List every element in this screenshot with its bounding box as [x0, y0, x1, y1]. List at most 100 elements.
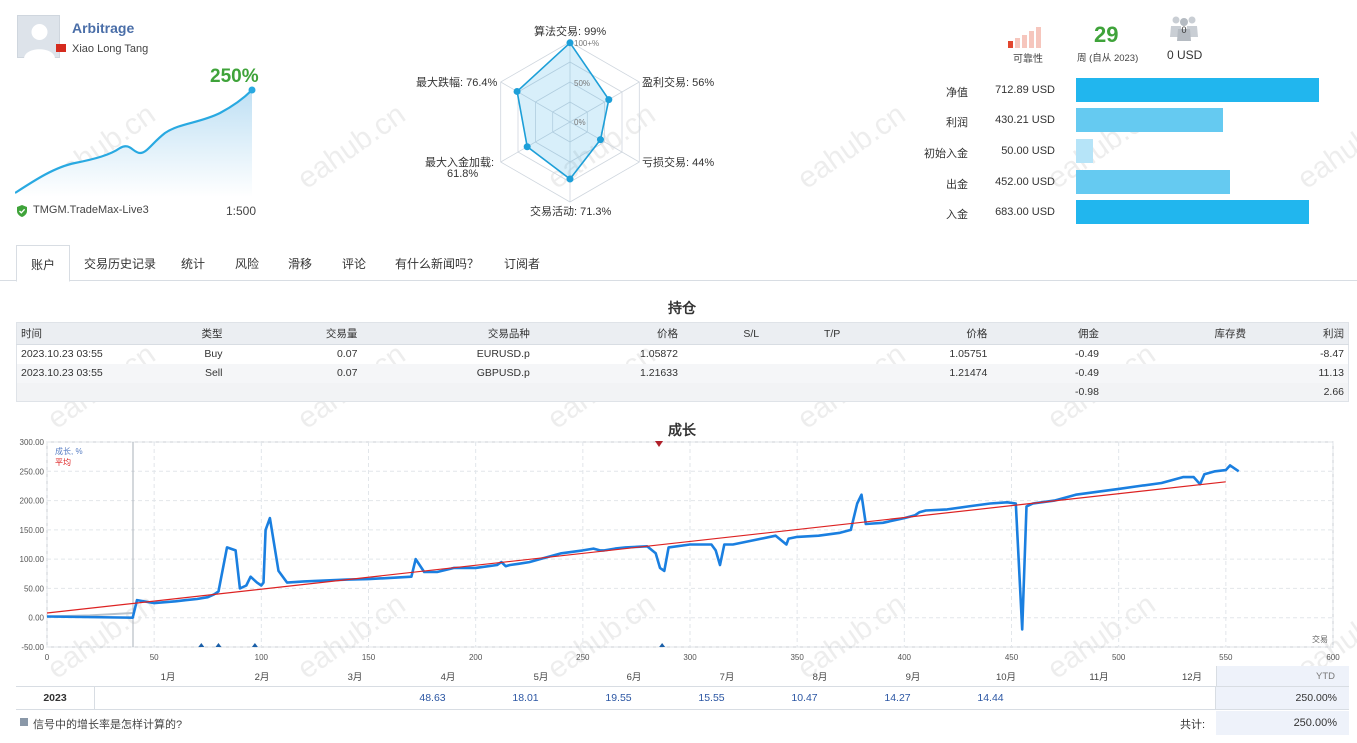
x-tick-label: 50 — [150, 653, 159, 662]
cell-time: 2023.10.23 03:55 — [21, 348, 103, 361]
monthly-return: 48.63 — [419, 692, 446, 704]
series-line-average — [46, 481, 1226, 614]
radar-point — [523, 143, 531, 151]
table-header-row: 时间 类型 交易量 交易品种 价格 S/L T/P 价格 佣金 库存费 利润 — [16, 322, 1349, 345]
col-profit[interactable]: 利润 — [1250, 322, 1349, 345]
radar-point — [566, 39, 574, 47]
cell-sl — [681, 363, 764, 383]
account-bar-label: 净值 — [946, 87, 968, 99]
user-silhouette-icon — [24, 24, 55, 59]
account-bar — [1076, 108, 1223, 132]
month-label: 12月 — [1182, 672, 1202, 683]
col-price[interactable]: 价格 — [844, 322, 992, 345]
y-tick-label: 200.00 — [20, 497, 45, 506]
tab-statistics[interactable]: 统计 — [167, 245, 219, 281]
radar-label-profit: 盈利交易: 56% — [642, 77, 715, 89]
signal-name[interactable]: Arbitrage — [72, 20, 134, 36]
x-tick-label: 550 — [1219, 653, 1233, 662]
month-label: 8月 — [813, 672, 828, 683]
y-tick-label: 100.00 — [20, 555, 45, 564]
reliability-bars-icon — [1008, 27, 1041, 48]
table-row: 2023.10.23 03:55 Buy 0.07 EURUSD.p 1.058… — [17, 345, 1349, 364]
col-volume[interactable]: 交易量 — [226, 322, 362, 345]
cell-price: 1.05751 — [949, 348, 988, 361]
cell-tp — [763, 363, 845, 383]
monthly-return: 14.27 — [884, 692, 911, 704]
monthly-return — [1130, 687, 1223, 709]
monthly-return: 10.47 — [791, 692, 818, 704]
monthly-return: 19.55 — [605, 692, 632, 704]
tab-news[interactable]: 有什么新闻吗？ — [381, 245, 493, 281]
total-value: 250.00% — [1216, 711, 1349, 735]
cell-commission: -0.49 — [1075, 348, 1099, 361]
cell-symbol: GBPUSD.p — [361, 363, 534, 383]
account-bar-label: 利润 — [946, 117, 968, 129]
radar-label-activity: 交易活动: 71.3% — [530, 206, 612, 218]
y-tick-label: 300.00 — [20, 438, 45, 447]
col-swap[interactable]: 库存费 — [1102, 322, 1251, 345]
y-tick-label: -50.00 — [21, 643, 44, 652]
cell-type: Sell — [148, 363, 227, 383]
monthly-return — [293, 687, 386, 709]
col-sl[interactable]: S/L — [681, 322, 764, 345]
marker-triangle-icon — [655, 441, 663, 447]
total-commission: -0.98 — [991, 382, 1103, 402]
reliability-label: 可靠性 — [1013, 54, 1043, 65]
growth-chart: -50.00 0.00 50.00 100.00 150.00 200.00 250.00 3… — [20, 438, 1341, 683]
radar-scale-0: 0% — [574, 118, 586, 127]
cell-commission: -0.49 — [991, 363, 1103, 383]
x-tick-label: 350 — [790, 653, 804, 662]
monthly-return — [199, 687, 292, 709]
cell-swap — [1103, 345, 1250, 364]
col-open-price[interactable]: 价格 — [533, 322, 682, 345]
cell-volume: 0.07 — [226, 363, 362, 383]
month-label: 10月 — [996, 672, 1016, 683]
account-bar-value: 712.89 USD — [995, 84, 1055, 96]
radar-polygon — [516, 41, 610, 181]
legend-average: 平均 — [55, 457, 71, 467]
tab-risk[interactable]: 风险 — [221, 245, 273, 281]
month-label: 4月 — [441, 672, 456, 683]
account-bar — [1076, 78, 1319, 102]
total-label: 共计: — [1180, 719, 1206, 731]
month-label: 11月 — [1089, 672, 1108, 683]
legend-growth: 成长, % — [55, 446, 83, 456]
account-bar — [1076, 139, 1093, 163]
account-bar-value: 683.00 USD — [995, 206, 1055, 218]
ytd-label: YTD — [1316, 671, 1335, 682]
tab-account[interactable]: 账户 — [16, 245, 71, 282]
col-tp[interactable]: T/P — [763, 322, 845, 345]
x-tick-label: 150 — [362, 653, 376, 662]
col-commission[interactable]: 佣金 — [991, 322, 1103, 345]
table-row: 2023.10.23 03:55 Sell 0.07 GBPUSD.p 1.21… — [16, 363, 1349, 383]
subscribers-usd: 0 USD — [1167, 48, 1203, 62]
x-axis-label: 交易 — [1312, 634, 1328, 644]
cell-tp — [763, 345, 844, 364]
cell-open-price: 1.05872 — [640, 348, 678, 361]
account-bar-label: 入金 — [946, 209, 968, 221]
month-label: 7月 — [720, 672, 735, 683]
tab-trade-history[interactable]: 交易历史记录 — [70, 245, 170, 281]
monthly-return — [1037, 687, 1130, 709]
tab-reviews[interactable]: 评论 — [328, 245, 380, 281]
col-symbol[interactable]: 交易品种 — [361, 322, 534, 345]
col-time[interactable]: 时间 — [16, 322, 149, 345]
year-label: 2023 — [16, 687, 95, 709]
table-total-row: -0.98 2.66 — [16, 382, 1349, 402]
col-type[interactable]: 类型 — [148, 322, 227, 345]
radar-label-algo: 算法交易: 99% — [534, 26, 607, 38]
monthly-return: 18.01 — [512, 692, 539, 704]
month-label: 1月 — [161, 672, 176, 683]
tab-subscribers[interactable]: 订阅者 — [490, 245, 554, 281]
y-tick-label: 250.00 — [20, 467, 45, 476]
account-bar — [1076, 200, 1309, 224]
broker-server[interactable]: TMGM.TradeMax-Live3 — [33, 204, 149, 216]
tab-bar: 账户 交易历史记录 统计 风险 滑移 评论 有什么新闻吗？ 订阅者 — [0, 245, 1357, 282]
author-name[interactable]: Xiao Long Tang — [72, 43, 148, 55]
growth-calc-link[interactable]: 信号中的增长率是怎样计算的? — [33, 716, 182, 732]
x-tick-label: 450 — [1005, 653, 1019, 662]
positions-title: 持仓 — [668, 300, 696, 316]
info-square-icon — [20, 718, 28, 726]
tab-slippage[interactable]: 滑移 — [274, 245, 326, 281]
avatar[interactable] — [17, 15, 60, 59]
